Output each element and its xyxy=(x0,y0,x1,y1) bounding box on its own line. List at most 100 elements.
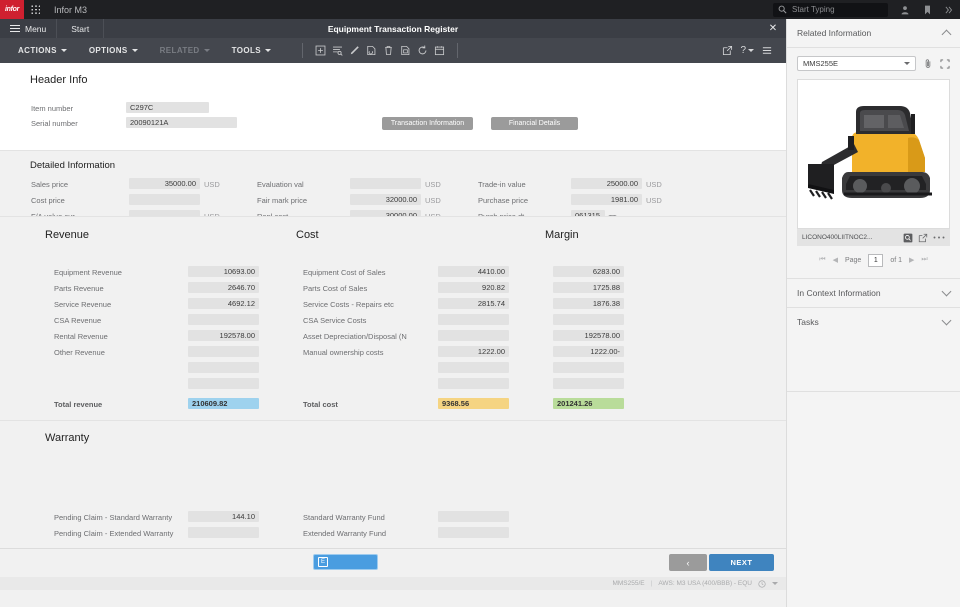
duplicate-icon[interactable] xyxy=(397,38,414,63)
chevron-down-icon[interactable] xyxy=(942,287,952,297)
bookmark-icon[interactable] xyxy=(916,0,938,19)
copy-icon[interactable] xyxy=(363,38,380,63)
pager-last-button[interactable]: ⏭ xyxy=(921,256,927,264)
sidebar-item-in-context-information[interactable]: In Context Information xyxy=(787,278,960,307)
infor-logo[interactable]: infor xyxy=(0,0,24,19)
next-button[interactable]: NEXT xyxy=(709,554,774,571)
margin-row-field[interactable]: 1222.00- xyxy=(553,346,624,357)
margin-row-field[interactable]: 1876.38 xyxy=(553,298,624,309)
evaluation-val-field[interactable] xyxy=(350,178,421,189)
cost-price-field[interactable] xyxy=(129,194,200,205)
pager-first-button[interactable]: ⏮ xyxy=(819,256,825,264)
total-cost-field[interactable]: 9368.56 xyxy=(438,398,509,409)
more-options-icon[interactable] xyxy=(933,235,945,240)
revenue-row-field[interactable]: 2646.70 xyxy=(188,282,259,293)
pending-claim-extended-field[interactable] xyxy=(188,527,259,538)
cost-row-field[interactable] xyxy=(438,378,509,389)
equipment-thumbnail[interactable] xyxy=(797,79,950,229)
add-icon[interactable] xyxy=(312,38,329,63)
sidebar-item-tasks[interactable]: Tasks xyxy=(787,307,960,336)
open-external-icon[interactable] xyxy=(918,233,928,243)
cost-row-field[interactable] xyxy=(438,314,509,325)
margin-row-field[interactable] xyxy=(553,314,624,325)
toolbar-menu-actions[interactable]: ACTIONS xyxy=(18,46,67,55)
cost-row-label: Asset Depreciation/Disposal (N xyxy=(303,332,407,341)
external-edit-icon[interactable] xyxy=(718,38,737,63)
e-shortcut-key: E xyxy=(318,557,328,567)
extended-warranty-fund-field[interactable] xyxy=(438,527,509,538)
financial-details-button[interactable]: Financial Details xyxy=(491,117,578,130)
search-icon xyxy=(778,5,787,14)
toolbar-right-actions: ? xyxy=(718,38,786,63)
margin-row-field[interactable]: 1725.88 xyxy=(553,282,624,293)
chevron-up-icon[interactable] xyxy=(942,30,952,40)
transaction-information-button[interactable]: Transaction Information xyxy=(382,117,473,130)
clock-icon[interactable] xyxy=(758,580,766,588)
paperclip-icon[interactable] xyxy=(923,58,933,69)
grid-icon[interactable] xyxy=(24,0,46,19)
user-icon[interactable] xyxy=(894,0,916,19)
serial-number-label: Serial number xyxy=(31,119,78,128)
revenue-row-field[interactable] xyxy=(188,346,259,357)
e-shortcut-button[interactable]: E xyxy=(313,554,378,570)
search-input[interactable]: Start Typing xyxy=(773,3,888,17)
cost-row-field[interactable]: 4410.00 xyxy=(438,266,509,277)
zoom-search-icon[interactable] xyxy=(903,233,913,243)
financial-details-label: Financial Details xyxy=(509,120,560,127)
related-information-header[interactable]: Related Information xyxy=(787,19,960,48)
pending-claim-standard-field[interactable]: 144.10 xyxy=(188,511,259,522)
total-margin-field[interactable]: 201241.26 xyxy=(553,398,624,409)
margin-row-field[interactable]: 192578.00 xyxy=(553,330,624,341)
revenue-row-field[interactable]: 10693.00 xyxy=(188,266,259,277)
toolbar-menu-tools[interactable]: TOOLS xyxy=(232,46,271,55)
purchase-price-field[interactable]: 1981.00 xyxy=(571,194,642,205)
pager-prev-button[interactable]: ◀ xyxy=(833,256,838,264)
item-number-field[interactable]: C297C xyxy=(126,102,209,113)
total-revenue-field[interactable]: 210609.82 xyxy=(188,398,259,409)
previous-button[interactable]: ‹ xyxy=(669,554,707,571)
revenue-row-field[interactable] xyxy=(188,362,259,373)
margin-row-field[interactable]: 6283.00 xyxy=(553,266,624,277)
status-chevron-down-icon[interactable] xyxy=(772,582,778,585)
trade-in-value-field[interactable]: 25000.00 xyxy=(571,178,642,189)
start-tab[interactable]: Start xyxy=(57,19,104,38)
cost-row-field[interactable]: 2815.74 xyxy=(438,298,509,309)
revenue-row-field[interactable]: 192578.00 xyxy=(188,330,259,341)
hamburger-menu-icon[interactable] xyxy=(757,38,776,63)
related-program-select[interactable]: MMS255E xyxy=(797,56,916,71)
chevron-down-icon[interactable] xyxy=(942,316,952,326)
help-icon[interactable]: ? xyxy=(740,45,754,56)
cost-row-field[interactable] xyxy=(438,362,509,373)
cost-row-field[interactable] xyxy=(438,330,509,341)
serial-number-value: 20090121A xyxy=(130,118,168,127)
sales-price-field[interactable]: 35000.00 xyxy=(129,178,200,189)
toolbar-menu-options[interactable]: OPTIONS xyxy=(89,46,138,55)
cost-row-field[interactable]: 920.82 xyxy=(438,282,509,293)
previous-label: ‹ xyxy=(687,558,690,568)
chevron-double-right-icon[interactable] xyxy=(938,0,960,19)
pager-next-button[interactable]: ▶ xyxy=(909,256,914,264)
close-icon[interactable]: ✕ xyxy=(760,19,786,38)
revenue-row-field[interactable] xyxy=(188,378,259,389)
margin-row-field[interactable] xyxy=(553,378,624,389)
standard-warranty-fund-field[interactable] xyxy=(438,511,509,522)
filter-list-icon[interactable] xyxy=(329,38,346,63)
fair-mark-price-field[interactable]: 32000.00 xyxy=(350,194,421,205)
app-name-label: Infor M3 xyxy=(54,5,87,15)
delete-trash-icon[interactable] xyxy=(380,38,397,63)
application-window: infor Infor M3 Start Typing Menu xyxy=(0,0,960,607)
margin-row-field[interactable] xyxy=(553,362,624,373)
header-info-section: Header Info Item number C297C Serial num… xyxy=(0,63,786,150)
revenue-row-field[interactable]: 4692.12 xyxy=(188,298,259,309)
toolbar-menu-actions-label: ACTIONS xyxy=(18,46,57,55)
pager-page-input[interactable]: 1 xyxy=(868,254,883,267)
cost-row-field[interactable]: 1222.00 xyxy=(438,346,509,357)
fullscreen-icon[interactable] xyxy=(940,59,950,69)
serial-number-field[interactable]: 20090121A xyxy=(126,117,237,128)
refresh-icon[interactable] xyxy=(414,38,431,63)
menu-button[interactable]: Menu xyxy=(0,19,57,38)
calendar-icon[interactable] xyxy=(431,38,448,63)
edit-pencil-icon[interactable] xyxy=(346,38,363,63)
cost-row-label: Parts Cost of Sales xyxy=(303,284,367,293)
revenue-row-field[interactable] xyxy=(188,314,259,325)
